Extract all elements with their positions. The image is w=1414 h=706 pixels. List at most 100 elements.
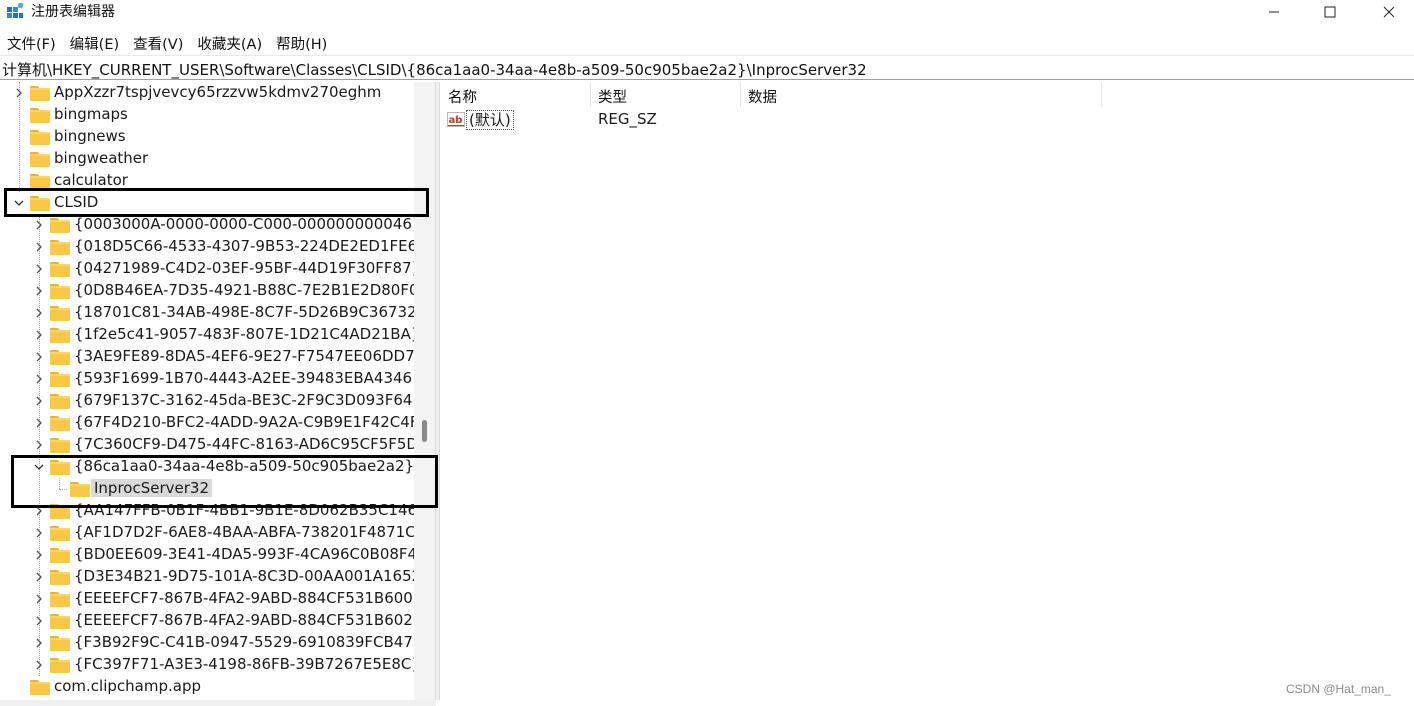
tree-node-label: {1f2e5c41-9057-483F-807E-1D21C4AD21BA}	[74, 325, 414, 343]
folder-icon	[50, 239, 70, 255]
tree-node-label: calculator	[54, 171, 128, 189]
tree-node-clsid-child[interactable]: {FC397F71-A3E3-4198-86FB-39B7267E5E8C}	[0, 654, 414, 676]
chevron-right-icon[interactable]	[32, 372, 46, 386]
menu-favorites[interactable]: 收藏夹(A)	[190, 30, 269, 54]
address-bar[interactable]: 计算机\HKEY_CURRENT_USER\Software\Classes\C…	[0, 55, 1414, 80]
close-icon	[1383, 6, 1395, 18]
chevron-right-icon[interactable]	[32, 218, 46, 232]
folder-icon	[50, 635, 70, 651]
tree-node-clsid-child[interactable]: {AF1D7D2F-6AE8-4BAA-ABFA-738201F4871C}	[0, 522, 414, 544]
tree-node-clsid-child[interactable]: {018D5C66-4533-4307-9B53-224DE2ED1FE6}	[0, 236, 414, 258]
tree-node[interactable]: bingweather	[0, 148, 414, 170]
tree-node-label: {EEEEFCF7-867B-4FA2-9ABD-884CF531B602}	[74, 611, 414, 629]
tree-node-clsid-child[interactable]: {3AE9FE89-8DA5-4EF6-9E27-F7547EE06DD7}	[0, 346, 414, 368]
scrollbar-thumb[interactable]	[422, 420, 427, 442]
maximize-button[interactable]	[1301, 0, 1359, 24]
minimize-button[interactable]	[1245, 0, 1303, 24]
folder-icon	[50, 371, 70, 387]
chevron-right-icon[interactable]	[32, 614, 46, 628]
folder-icon	[50, 547, 70, 563]
tree-node-clsid-child[interactable]: {679F137C-3162-45da-BE3C-2F9C3D093F64}	[0, 390, 414, 412]
tree-node-clsid-child[interactable]: {67F4D210-BFC2-4ADD-9A2A-C9B9E1F42C4F}	[0, 412, 414, 434]
tree-node-label: bingmaps	[54, 105, 128, 123]
chevron-right-icon[interactable]	[32, 240, 46, 254]
chevron-right-icon[interactable]	[32, 328, 46, 342]
address-path[interactable]: 计算机\HKEY_CURRENT_USER\Software\Classes\C…	[2, 59, 867, 80]
chevron-right-icon[interactable]	[32, 438, 46, 452]
tree-node-clsid-child[interactable]: {D3E34B21-9D75-101A-8C3D-00AA001A1652}	[0, 566, 414, 588]
folder-icon	[50, 525, 70, 541]
tree-node-clsid-child[interactable]: {0D8B46EA-7D35-4921-B88C-7E2B1E2D80F0}	[0, 280, 414, 302]
chevron-right-icon[interactable]	[32, 526, 46, 540]
tree-node-clsid-child[interactable]: {593F1699-1B70-4443-A2EE-39483EBA4346}	[0, 368, 414, 390]
tree-node-label: {67F4D210-BFC2-4ADD-9A2A-C9B9E1F42C4F}	[74, 413, 414, 431]
menu-help[interactable]: 帮助(H)	[269, 30, 334, 54]
tree-node-label: {018D5C66-4533-4307-9B53-224DE2ED1FE6}	[74, 237, 414, 255]
tree-node-label: {04271989-C4D2-03EF-95BF-44D19F30FF87}	[74, 259, 414, 277]
tree-node-clsid-child[interactable]: {04271989-C4D2-03EF-95BF-44D19F30FF87}	[0, 258, 414, 280]
tree-node-label: {FC397F71-A3E3-4198-86FB-39B7267E5E8C}	[74, 655, 414, 673]
tree-node[interactable]: bingmaps	[0, 104, 414, 126]
folder-icon	[30, 151, 50, 167]
tree-node-clsid-child[interactable]: {7C360CF9-D475-44FC-8163-AD6C95CF5F5D}	[0, 434, 414, 456]
tree-node-label: {F3B92F9C-C41B-0947-5529-6910839FCB47}	[74, 633, 414, 651]
tree-node[interactable]: com.clipchamp.app	[0, 676, 414, 698]
tree-node-clsid-child[interactable]: {EEEEFCF7-867B-4FA2-9ABD-884CF531B600}	[0, 588, 414, 610]
close-button[interactable]	[1360, 0, 1414, 24]
menu-bar: 文件(F) 编辑(E) 查看(V) 收藏夹(A) 帮助(H)	[0, 30, 334, 54]
chevron-right-icon[interactable]	[32, 262, 46, 276]
window-title: 注册表编辑器	[31, 4, 115, 20]
chevron-right-icon[interactable]	[32, 416, 46, 430]
folder-icon	[50, 261, 70, 277]
chevron-right-icon[interactable]	[32, 570, 46, 584]
value-name[interactable]: (默认)	[466, 110, 514, 130]
folder-icon	[50, 437, 70, 453]
column-header-type[interactable]: 类型	[591, 82, 741, 107]
tree-node-clsid-child[interactable]: {0003000A-0000-0000-C000-000000000046}	[0, 214, 414, 236]
chevron-right-icon[interactable]	[32, 658, 46, 672]
tree-node-clsid-child[interactable]: {BD0EE609-3E41-4DA5-993F-4CA96C0B08F4}	[0, 544, 414, 566]
chevron-right-icon[interactable]	[32, 394, 46, 408]
column-header-name[interactable]: 名称	[441, 82, 591, 107]
folder-icon	[50, 217, 70, 233]
chevron-right-icon[interactable]	[32, 350, 46, 364]
column-header-data[interactable]: 数据	[741, 82, 1102, 107]
chevron-right-icon[interactable]	[32, 548, 46, 562]
string-value-icon: ab	[447, 112, 465, 127]
minimize-icon	[1269, 11, 1279, 13]
menu-edit[interactable]: 编辑(E)	[63, 30, 126, 54]
tree-scrollbar[interactable]	[414, 82, 435, 700]
folder-icon	[50, 657, 70, 673]
folder-icon	[30, 679, 50, 695]
chevron-right-icon[interactable]	[32, 592, 46, 606]
pane-splitter[interactable]	[435, 82, 440, 700]
highlight-box-clsid	[4, 188, 429, 217]
tree-node-clsid-child[interactable]: {1f2e5c41-9057-483F-807E-1D21C4AD21BA}	[0, 324, 414, 346]
folder-icon	[50, 327, 70, 343]
chevron-right-icon[interactable]	[12, 86, 26, 100]
tree-node-clsid-child[interactable]: {F3B92F9C-C41B-0947-5529-6910839FCB47}	[0, 632, 414, 654]
folder-icon	[50, 569, 70, 585]
tree-node-label: {D3E34B21-9D75-101A-8C3D-00AA001A1652}	[74, 567, 414, 585]
registry-tree[interactable]: AppXzzr7tspjvevcy65rzzvw5kdmv270eghm bin…	[0, 82, 414, 700]
folder-icon	[50, 283, 70, 299]
tree-node-clsid-child[interactable]: {EEEEFCF7-867B-4FA2-9ABD-884CF531B602}	[0, 610, 414, 632]
tree-node-clsid-child[interactable]: {18701C81-34AB-498E-8C7F-5D26B9C36732}	[0, 302, 414, 324]
tree-node-label: com.clipchamp.app	[54, 677, 201, 695]
value-type: REG_SZ	[598, 110, 657, 128]
folder-icon	[30, 85, 50, 101]
chevron-right-icon[interactable]	[32, 636, 46, 650]
chevron-right-icon[interactable]	[32, 284, 46, 298]
chevron-right-icon[interactable]	[32, 306, 46, 320]
folder-icon	[50, 415, 70, 431]
tree-node-label: bingnews	[54, 127, 126, 145]
tree-node[interactable]: bingnews	[0, 126, 414, 148]
tree-node-label: {EEEEFCF7-867B-4FA2-9ABD-884CF531B600}	[74, 589, 414, 607]
tree-node[interactable]: AppXzzr7tspjvevcy65rzzvw5kdmv270eghm	[0, 82, 414, 104]
menu-file[interactable]: 文件(F)	[0, 30, 63, 54]
value-row[interactable]: ab (默认) REG_SZ	[441, 109, 1141, 131]
values-pane[interactable]: 名称 类型 数据 ab (默认) REG_SZ	[441, 82, 1414, 706]
title-bar: 注册表编辑器	[0, 0, 1414, 24]
tree-node-label: {BD0EE609-3E41-4DA5-993F-4CA96C0B08F4}	[74, 545, 414, 563]
menu-view[interactable]: 查看(V)	[126, 30, 190, 54]
